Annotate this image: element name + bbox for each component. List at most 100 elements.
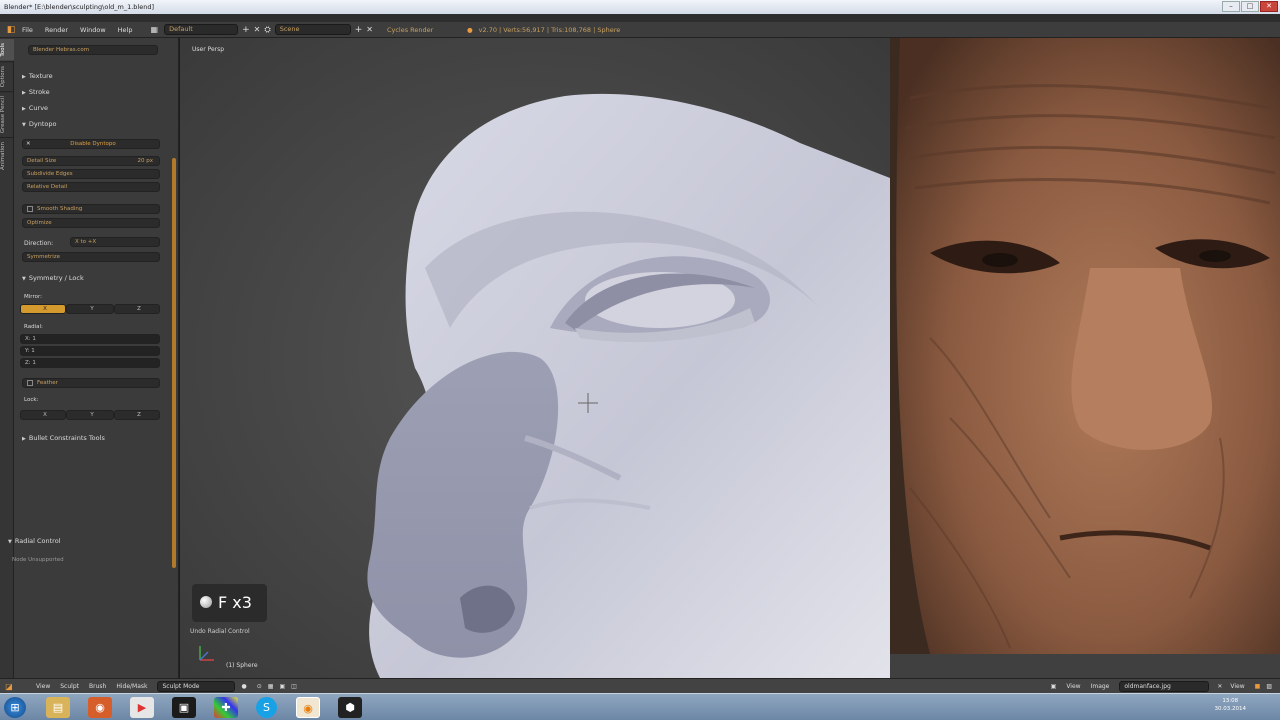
tab-grease-pencil[interactable]: Grease Pencil: [0, 90, 14, 138]
color-channel-icon[interactable]: ■: [1255, 683, 1261, 690]
menu-render[interactable]: Render: [45, 26, 68, 34]
image-editor-type-icon[interactable]: ▣: [1051, 683, 1057, 690]
alpha-channel-icon[interactable]: ▨: [1266, 683, 1272, 690]
radial-unsupported-text: Node Unsupported: [12, 557, 64, 563]
shelf-top-field[interactable]: Blender Hebras.com: [28, 45, 158, 55]
3d-view-header: ◪ View Sculpt Brush Hide/Mask Sculpt Mod…: [0, 678, 1280, 693]
lock-z-toggle[interactable]: Z: [114, 410, 160, 420]
shelf-scrollbar[interactable]: [172, 158, 176, 568]
last-operator-label: Undo Radial Control: [190, 628, 250, 635]
mode-selector[interactable]: Sculpt Mode: [157, 680, 236, 692]
render-icon[interactable]: ▣: [279, 683, 285, 690]
panel-radial-control[interactable]: ▼ Radial Control: [8, 537, 61, 545]
menu-view[interactable]: View: [36, 683, 50, 690]
menu-help[interactable]: Help: [118, 26, 133, 34]
field-label: Detail Size: [27, 158, 57, 164]
info-header: ◧ File Render Window Help ▦ Default + ✕ …: [0, 22, 1280, 38]
panel-texture[interactable]: ▶ Texture: [22, 72, 53, 80]
panel-symmetry-lock[interactable]: ▼ Symmetry / Lock: [22, 274, 84, 282]
radial-x-field[interactable]: X: 1: [20, 334, 160, 344]
panel-dyntopo[interactable]: ▼ Dyntopo: [22, 120, 56, 128]
menu-image-view[interactable]: View: [1066, 683, 1080, 690]
unity-icon[interactable]: ⬢: [338, 697, 362, 718]
menu-brush[interactable]: Brush: [89, 683, 106, 690]
close-image-icon[interactable]: ✕: [1217, 683, 1222, 690]
checkbox-icon: [27, 205, 33, 212]
mirror-z-toggle[interactable]: Z: [114, 304, 160, 314]
panel-label: Stroke: [28, 88, 50, 96]
editor-type-icon[interactable]: ◪: [0, 682, 18, 691]
panel-label: Symmetry / Lock: [28, 274, 84, 282]
symmetrize-button[interactable]: Symmetrize: [22, 252, 160, 262]
add-layout-icon[interactable]: +: [242, 25, 250, 35]
tab-animation[interactable]: Animation: [0, 137, 14, 175]
mirror-label: Mirror:: [24, 294, 42, 300]
file-explorer-icon[interactable]: ▤: [46, 697, 70, 718]
subdivide-edges-selector[interactable]: Subdivide Edges: [22, 169, 160, 179]
image-editor[interactable]: [890, 38, 1280, 654]
layout-icon[interactable]: ▦: [151, 25, 159, 34]
radial-y-field[interactable]: Y: 1: [20, 346, 160, 356]
menu-hide-mask[interactable]: Hide/Mask: [116, 683, 147, 690]
direction-selector[interactable]: X to +X: [70, 237, 160, 247]
pivot-icon[interactable]: ⊙: [257, 683, 262, 690]
tab-options[interactable]: Options: [0, 60, 14, 91]
radial-z-field[interactable]: Z: 1: [20, 358, 160, 368]
scene-icon[interactable]: ⛭: [264, 25, 270, 35]
info-editor-icon[interactable]: ◧: [0, 25, 22, 35]
lock-x-toggle[interactable]: X: [20, 410, 66, 420]
panel-bullet-constraints[interactable]: ▶ Bullet Constraints Tools: [22, 434, 105, 442]
expand-icon: ▶: [22, 74, 26, 80]
start-button-icon[interactable]: ⊞: [4, 697, 26, 718]
tab-tools[interactable]: Tools: [0, 38, 14, 61]
menu-file[interactable]: File: [22, 26, 33, 34]
blender-logo-icon: ●: [466, 25, 473, 34]
close-icon[interactable]: ✕: [1260, 1, 1278, 12]
relative-detail-selector[interactable]: Relative Detail: [22, 182, 160, 192]
paint-app-icon[interactable]: ✚: [214, 697, 238, 718]
scene-selector[interactable]: Scene: [274, 24, 351, 35]
os-taskbar: ⊞ ▤ ◉ ▶ ▣ ✚ S ◉ ⬢ 13:08 30.03.2014: [0, 693, 1280, 720]
remove-scene-icon[interactable]: ✕: [366, 25, 373, 34]
snap-icon[interactable]: ◫: [291, 683, 297, 690]
smooth-shading-checkbox[interactable]: Smooth Shading: [22, 204, 160, 214]
blender-taskbar-icon[interactable]: ◉: [296, 697, 320, 718]
firefox-icon[interactable]: ◉: [88, 697, 112, 718]
clock-date: 30.03.2014: [1214, 706, 1247, 712]
image-editor-footer: [890, 654, 1280, 678]
feather-checkbox[interactable]: Feather: [22, 378, 160, 388]
3d-viewport[interactable]: User Persp F x3 Undo Radial Control (1) …: [180, 38, 890, 678]
window-controls: – □ ✕: [1222, 1, 1278, 12]
image-view-mode[interactable]: View: [1230, 683, 1244, 690]
menu-window[interactable]: Window: [80, 26, 106, 34]
mirror-x-toggle[interactable]: X: [20, 304, 66, 314]
system-clock[interactable]: 13:08 30.03.2014: [1215, 697, 1247, 713]
skype-icon[interactable]: S: [256, 697, 277, 718]
menu-image[interactable]: Image: [1091, 683, 1110, 690]
layers-icon[interactable]: ▦: [268, 683, 274, 690]
media-player-icon[interactable]: ▶: [130, 697, 154, 718]
image-selector[interactable]: oldmanface.jpg: [1119, 680, 1210, 692]
render-engine-selector[interactable]: Cycles Render: [387, 26, 467, 34]
shading-icon[interactable]: ●: [241, 683, 246, 690]
add-scene-icon[interactable]: +: [355, 25, 363, 35]
mirror-y-toggle[interactable]: Y: [66, 304, 114, 314]
window-title: Blender* [E:\blender\sculpting\old_m_1.b…: [4, 3, 155, 11]
optimize-button[interactable]: Optimize: [22, 218, 160, 228]
maximize-icon[interactable]: □: [1241, 1, 1259, 12]
panel-stroke[interactable]: ▶ Stroke: [22, 88, 50, 96]
keypress-text: F x3: [218, 593, 252, 612]
layout-selector[interactable]: Default: [164, 24, 239, 35]
checkbox-label: Smooth Shading: [37, 206, 83, 212]
panel-curve[interactable]: ▶ Curve: [22, 104, 48, 112]
axis-gizmo-icon: [199, 646, 214, 661]
menu-sculpt[interactable]: Sculpt: [60, 683, 79, 690]
remove-layout-icon[interactable]: ✕: [254, 25, 261, 34]
keypress-overlay: F x3: [192, 584, 267, 622]
3d-cursor-icon[interactable]: [578, 393, 598, 413]
recording-app-icon[interactable]: ▣: [172, 697, 196, 718]
lock-y-toggle[interactable]: Y: [66, 410, 114, 420]
minimize-icon[interactable]: –: [1222, 1, 1240, 12]
detail-size-field[interactable]: Detail Size 20 px: [22, 156, 160, 166]
disable-dyntopo-button[interactable]: ✕ Disable Dyntopo: [22, 139, 160, 149]
